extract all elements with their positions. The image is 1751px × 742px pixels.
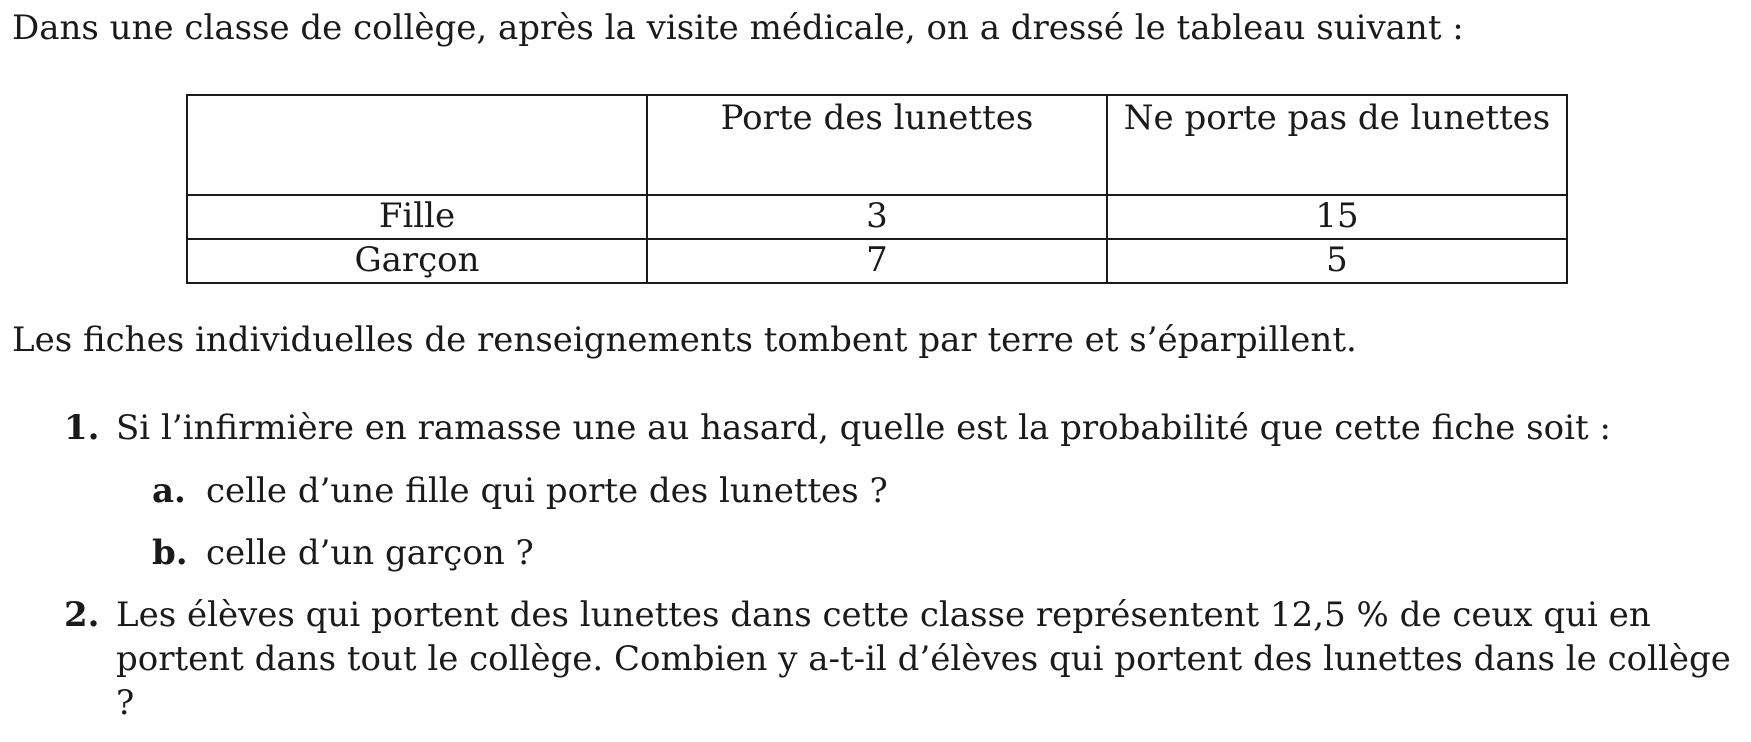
question-1b: b. celle d’un garçon ? — [12, 531, 1742, 575]
question-number: 1. — [64, 408, 100, 449]
table-cell: 7 — [646, 238, 1108, 285]
question-1: 1. Si l’infirmière en ramasse une au has… — [12, 406, 1742, 450]
question-text: Les élèves qui portent des lunettes dans… — [116, 594, 1731, 724]
table-cell: Fille — [186, 194, 648, 241]
intro-text: Dans une classe de collège, après la vis… — [12, 8, 1464, 48]
question-text: Si l’infirmière en ramasse une au hasard… — [116, 408, 1611, 449]
table-header-cell: Porte des lunettes — [646, 94, 1108, 197]
table-cell: 15 — [1106, 194, 1568, 241]
subquestion-label: a. — [152, 470, 186, 511]
table-row: Garçon 7 5 — [186, 238, 1568, 285]
subquestion-text: celle d’un garçon ? — [206, 532, 534, 573]
table-header-row: Porte des lunettes Ne porte pas de lunet… — [186, 94, 1568, 197]
outro-text: Les fiches individuelles de renseignemen… — [12, 320, 1357, 361]
table-cell: 3 — [646, 194, 1108, 241]
table-header-cell: Ne porte pas de lunettes — [1106, 94, 1568, 197]
question-1a: a. celle d’une fille qui porte des lunet… — [12, 469, 1742, 513]
question-2: 2. Les élèves qui portent des lunettes d… — [12, 593, 1742, 726]
table-row: Fille 3 15 — [186, 194, 1568, 241]
question-number: 2. — [64, 594, 100, 635]
table-cell: 5 — [1106, 238, 1568, 285]
exercise: Dans une classe de collège, après la vis… — [12, 6, 1742, 726]
table-cell: Garçon — [186, 238, 648, 285]
subquestion-text: celle d’une fille qui porte des lunettes… — [206, 470, 888, 511]
survey-table: Porte des lunettes Ne porte pas de lunet… — [186, 94, 1568, 285]
table-header-cell — [186, 94, 648, 197]
subquestion-label: b. — [152, 532, 188, 573]
